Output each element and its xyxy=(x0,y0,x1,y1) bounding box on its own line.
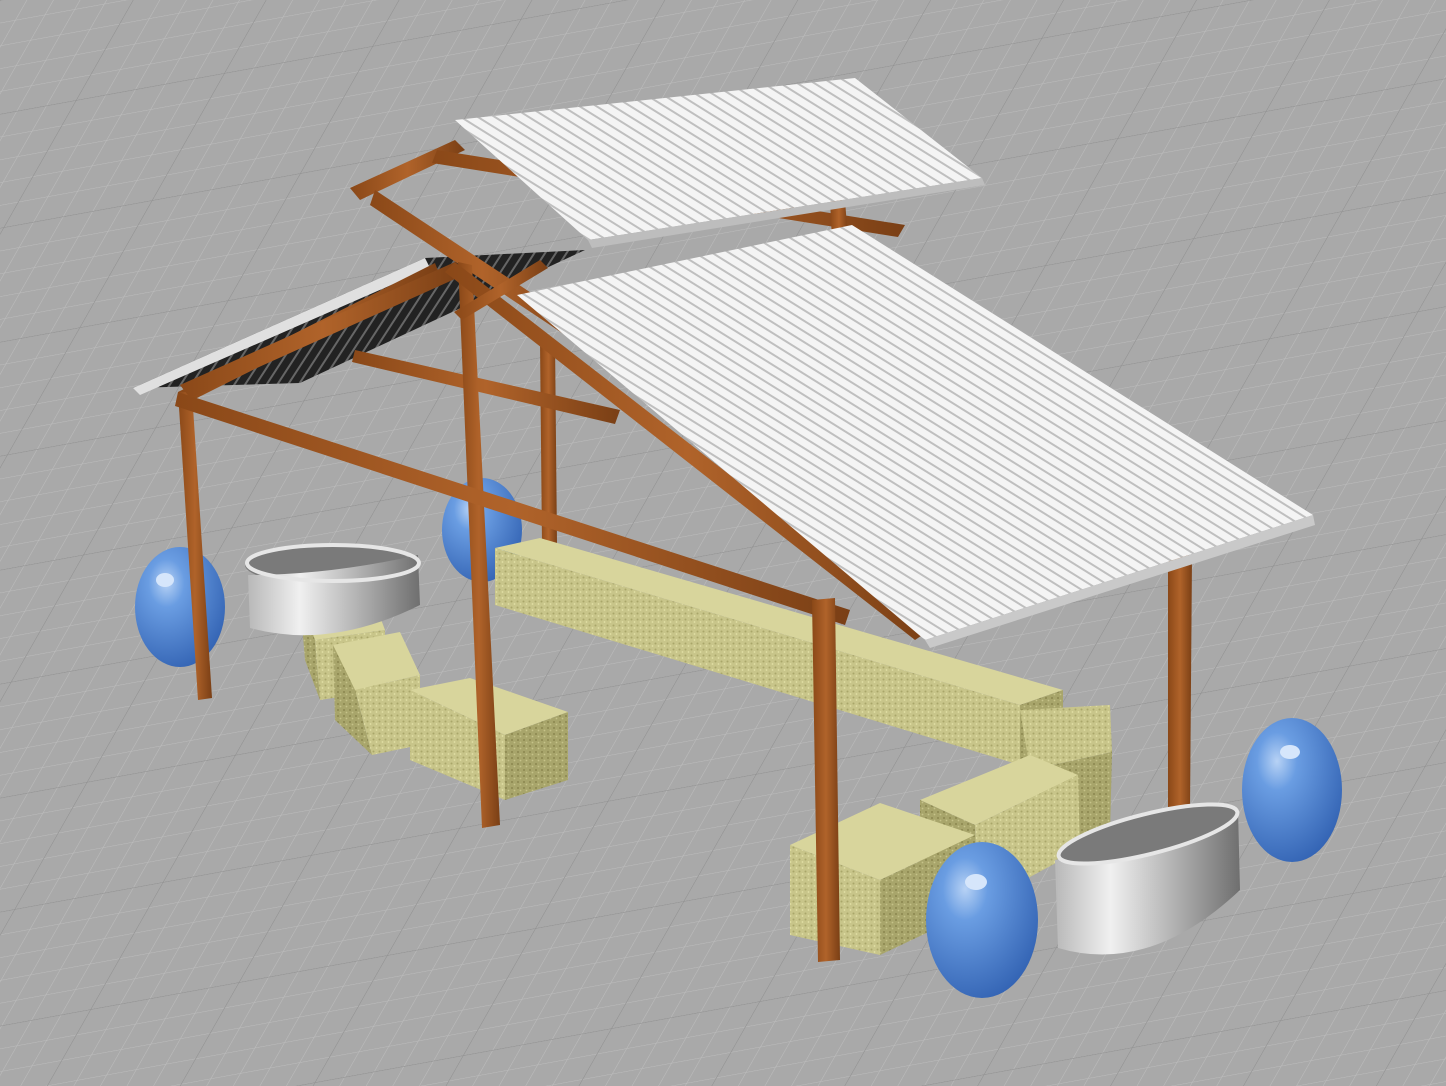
scene-render[interactable] xyxy=(0,0,1446,1086)
barrel-left[interactable] xyxy=(135,547,225,667)
barrel-right-front[interactable] xyxy=(926,842,1038,998)
barrel-right-back[interactable] xyxy=(1242,718,1342,862)
3d-viewport[interactable] xyxy=(0,0,1446,1086)
